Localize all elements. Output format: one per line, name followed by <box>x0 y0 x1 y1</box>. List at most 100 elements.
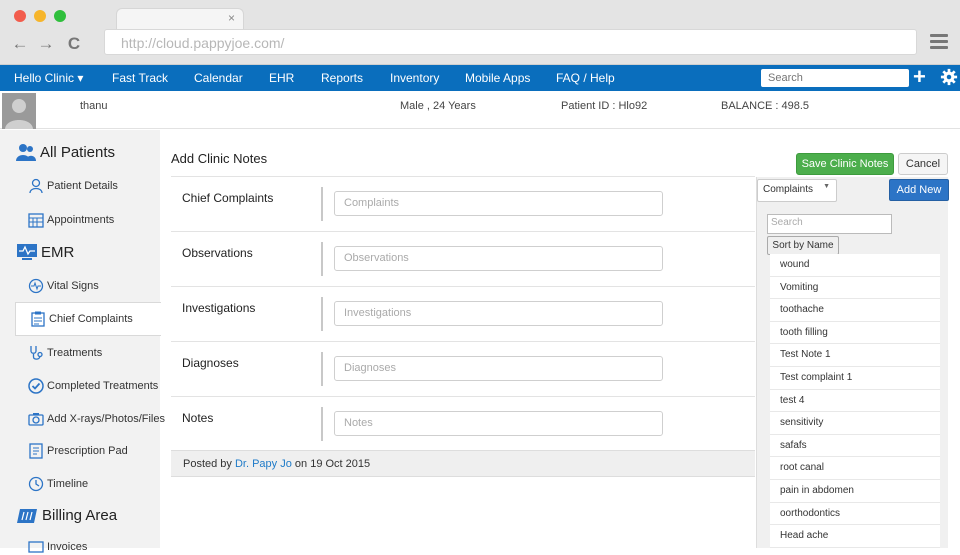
nav-faq-help[interactable]: FAQ / Help <box>556 71 615 85</box>
sidebar-section-billing-area[interactable]: Billing Area <box>16 507 117 524</box>
sidebar-item-appointments[interactable]: Appointments <box>28 212 114 228</box>
nav-mobile-apps[interactable]: Mobile Apps <box>465 71 530 85</box>
list-item[interactable]: Test complaint 1 <box>770 366 940 390</box>
minimize-window-button[interactable] <box>34 10 46 22</box>
users-icon <box>16 144 36 161</box>
notes-input[interactable]: Notes <box>334 411 663 436</box>
sidebar-section-emr[interactable]: EMR <box>16 243 74 261</box>
nav-ehr[interactable]: EHR <box>269 71 294 85</box>
list-item[interactable]: oorthodontics <box>770 502 940 526</box>
form-row-diagnoses: Diagnoses Diagnoses <box>171 341 755 396</box>
page-title: Add Clinic Notes <box>171 151 268 166</box>
reload-icon[interactable]: C <box>64 34 84 54</box>
sort-by-name-button[interactable]: Sort by Name <box>767 236 839 255</box>
form-row-notes: Notes Notes <box>171 396 755 451</box>
save-clinic-notes-button[interactable]: Save Clinic Notes <box>796 153 894 175</box>
list-item[interactable]: Head ache <box>770 525 940 548</box>
sidebar-section-all-patients[interactable]: All Patients <box>16 143 115 161</box>
sidebar-item-label: Completed Treatments <box>47 380 159 392</box>
posted-date: on 19 Oct 2015 <box>294 458 371 470</box>
sidebar-item-prescription-pad[interactable]: Prescription Pad <box>28 443 128 459</box>
divider <box>321 407 323 441</box>
nav-hello-clinic[interactable]: Hello Clinic ▾ <box>14 71 83 85</box>
tab-close-icon[interactable]: × <box>228 11 235 25</box>
nav-fast-track[interactable]: Fast Track <box>112 71 168 85</box>
list-item[interactable]: root canal <box>770 457 940 480</box>
close-window-button[interactable] <box>14 10 26 22</box>
divider <box>321 187 323 221</box>
maximize-window-button[interactable] <box>54 10 66 22</box>
sidebar: All Patients Patient Details Appointment… <box>0 130 165 553</box>
sidebar-section-label: All Patients <box>40 143 116 161</box>
list-item[interactable]: tooth filling <box>770 321 940 345</box>
posted-author-link[interactable]: Dr. Papy Jo <box>235 458 292 470</box>
sidebar-item-label: Invoices <box>47 541 88 553</box>
divider <box>321 297 323 331</box>
list-item[interactable]: Test Note 1 <box>770 344 940 367</box>
list-item[interactable]: test 4 <box>770 389 940 413</box>
patient-id: Patient ID : Hlo92 <box>561 100 648 112</box>
nav-search-input[interactable] <box>761 69 909 87</box>
sidebar-item-treatments[interactable]: Treatments <box>28 345 102 361</box>
patient-balance: BALANCE : 498.5 <box>721 100 810 112</box>
field-label: Observations <box>182 246 253 260</box>
gear-icon[interactable] <box>940 68 958 86</box>
form-row-investigations: Investigations Investigations <box>171 286 755 341</box>
sidebar-item-label: Patient Details <box>47 180 118 192</box>
sidebar-item-vital-signs[interactable]: Vital Signs <box>28 278 99 294</box>
list-item[interactable]: toothache <box>770 299 940 322</box>
list-item[interactable]: safafs <box>770 434 940 458</box>
patient-gender-age: Male , 24 Years <box>400 100 476 112</box>
browser-toolbar: × ← → C http://cloud.pappyjoe.com/ <box>0 0 960 65</box>
browser-tab[interactable]: × <box>116 8 244 30</box>
posted-by-footer: Posted by Dr. Papy Jo on 19 Oct 2015 <box>171 450 755 477</box>
sidebar-item-label: Timeline <box>47 478 89 490</box>
forward-arrow-icon[interactable]: → <box>36 34 56 54</box>
calendar-icon <box>28 213 44 228</box>
panel-search-input[interactable]: Search <box>767 214 892 234</box>
clipboard-icon <box>31 311 45 327</box>
sidebar-item-patient-details[interactable]: Patient Details <box>28 178 118 194</box>
category-select[interactable]: Complaints ▼ <box>757 179 837 202</box>
sidebar-item-completed-treatments[interactable]: Completed Treatments <box>28 378 158 394</box>
cancel-button[interactable]: Cancel <box>898 153 948 175</box>
sidebar-item-label: Chief Complaints <box>49 313 133 325</box>
list-item[interactable]: sensitivity <box>770 412 940 435</box>
plus-icon[interactable]: + <box>913 66 926 88</box>
divider <box>321 352 323 386</box>
sidebar-item-add-xrays[interactable]: Add X-rays/Photos/Files <box>28 411 165 427</box>
list-item[interactable]: pain in abdomen <box>770 479 940 503</box>
nav-reports[interactable]: Reports <box>321 71 363 85</box>
nav-inventory[interactable]: Inventory <box>390 71 439 85</box>
sidebar-section-label: EMR <box>41 243 75 261</box>
back-arrow-icon[interactable]: ← <box>10 34 30 54</box>
diagnoses-input[interactable]: Diagnoses <box>334 356 663 381</box>
observations-input[interactable]: Observations <box>334 246 663 271</box>
check-circle-icon <box>28 378 44 394</box>
sidebar-item-timeline[interactable]: Timeline <box>28 476 88 492</box>
sidebar-item-label: Vital Signs <box>47 280 99 292</box>
add-new-button[interactable]: Add New <box>889 179 949 201</box>
sidebar-item-label: Add X-rays/Photos/Files <box>47 413 165 425</box>
form-row-chief-complaints: Chief Complaints Complaints <box>171 176 755 231</box>
nav-calendar[interactable]: Calendar <box>194 71 243 85</box>
sidebar-item-label: Prescription Pad <box>47 445 128 457</box>
vitals-icon <box>28 278 44 294</box>
category-select-value: Complaints <box>763 184 814 195</box>
posted-prefix: Posted by <box>183 458 232 470</box>
investigations-input[interactable]: Investigations <box>334 301 663 326</box>
billing-icon <box>17 508 37 523</box>
hamburger-menu-icon[interactable] <box>930 34 948 52</box>
list-item[interactable]: Vomiting <box>770 276 940 300</box>
sidebar-item-label: Treatments <box>47 347 103 359</box>
complaints-input[interactable]: Complaints <box>334 191 663 216</box>
camera-icon <box>28 413 44 426</box>
sidebar-item-invoices[interactable]: Invoices <box>28 539 87 555</box>
url-bar[interactable]: http://cloud.pappyjoe.com/ <box>104 29 917 55</box>
list-item[interactable]: wound <box>770 254 940 277</box>
prescription-icon <box>29 443 43 459</box>
sidebar-item-chief-complaints[interactable]: Chief Complaints <box>30 311 133 327</box>
stethoscope-icon <box>30 346 43 360</box>
field-label: Notes <box>182 411 214 425</box>
patient-info-bar: thanu Male , 24 Years Patient ID : Hlo92… <box>0 91 960 129</box>
